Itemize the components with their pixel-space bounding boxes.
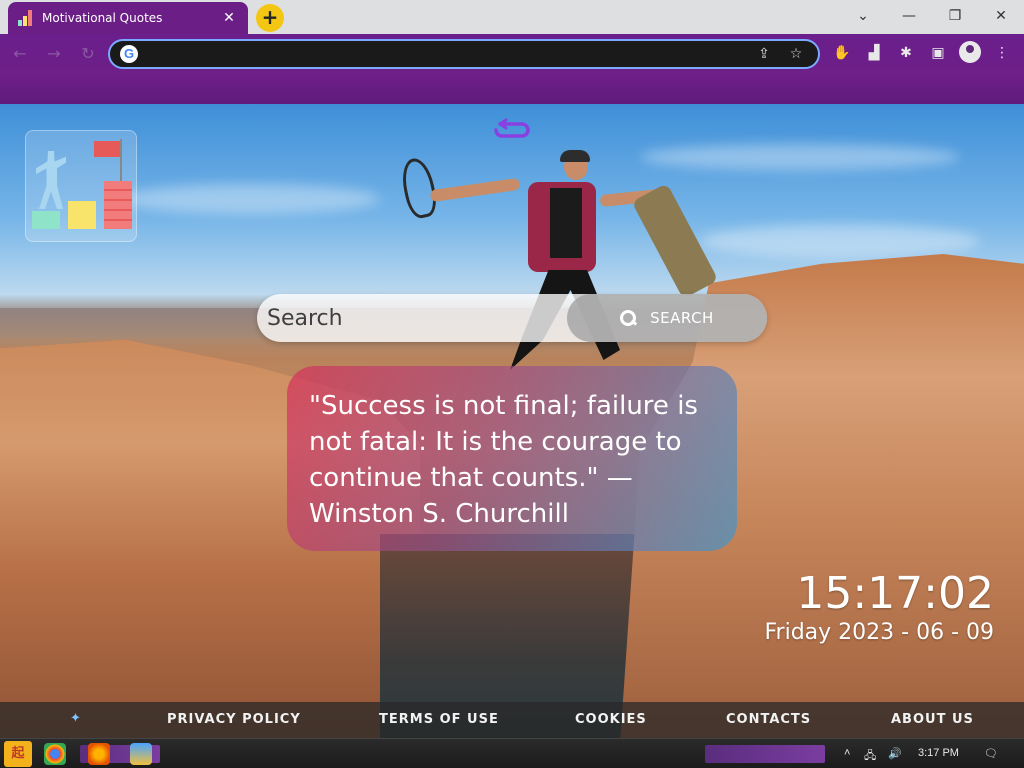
tab-search-dropdown-icon[interactable]: ⌄ — [840, 4, 886, 28]
footer-link-about-us[interactable]: ABOUT US — [891, 712, 974, 727]
os-taskbar: 起 ˄ 🖧 🔊 3:17 PM 🗨 — [0, 738, 1024, 768]
google-icon: G — [120, 45, 138, 63]
browser-toolbar: ← → ↻ G ⇪ ☆ ✋ ▟ ✱ ▣ ⋮ — [0, 34, 1024, 104]
bookmark-star-icon[interactable]: ☆ — [784, 46, 808, 62]
clock-time: 15:17:02 — [796, 568, 994, 619]
restore-button[interactable]: ❐ — [932, 4, 978, 28]
close-window-button[interactable]: ✕ — [978, 4, 1024, 28]
refresh-quote-icon[interactable] — [492, 118, 532, 142]
footer-link-privacy-policy[interactable]: PRIVACY POLICY — [167, 712, 301, 727]
quote-card: "Success is not final; failure is not fa… — [287, 366, 737, 551]
quote-text: "Success is not final; failure is not fa… — [309, 391, 698, 529]
forward-button[interactable]: → — [42, 42, 66, 66]
new-tab-button[interactable]: + — [256, 4, 284, 32]
reload-button[interactable]: ↻ — [76, 42, 100, 66]
side-panel-icon[interactable]: ▣ — [927, 42, 949, 64]
extension-stairs-icon[interactable]: ▟ — [863, 42, 885, 64]
firefox-taskbar-icon[interactable] — [88, 743, 110, 765]
clock-date: Friday 2023 - 06 - 09 — [764, 620, 995, 645]
magnifier-icon — [620, 310, 637, 326]
tab-close-icon[interactable]: ✕ — [220, 10, 238, 26]
cloud — [640, 144, 960, 170]
footer-link-terms-of-use[interactable]: TERMS OF USE — [379, 712, 499, 727]
notifications-icon[interactable]: 🗨 — [984, 747, 998, 760]
search-bar: SEARCH — [257, 294, 767, 342]
kebab-menu-icon[interactable]: ⋮ — [991, 42, 1013, 64]
tray-chevron-icon[interactable]: ˄ — [844, 747, 850, 759]
cloud — [120, 184, 380, 214]
start-button[interactable]: 起 — [4, 741, 32, 767]
taskbar-clock[interactable]: 3:17 PM — [918, 747, 959, 759]
new-tab-page: SEARCH "Success is not final; failure is… — [0, 104, 1024, 738]
cloud — [700, 224, 980, 258]
search-input[interactable] — [263, 300, 563, 336]
search-button-label: SEARCH — [650, 309, 714, 327]
tab-strip: Motivational Quotes ✕ + ⌄ — ❐ ✕ — [0, 0, 1024, 34]
tab-motivational-quotes[interactable]: Motivational Quotes ✕ — [8, 2, 248, 34]
extension-hand-icon[interactable]: ✋ — [831, 42, 853, 64]
address-bar[interactable]: G ⇪ ☆ — [108, 39, 820, 69]
chrome-taskbar-icon[interactable] — [44, 743, 66, 765]
back-button[interactable]: ← — [8, 42, 32, 66]
strap — [398, 155, 440, 221]
network-icon[interactable]: 🖧 — [864, 747, 876, 766]
footer-link-contacts[interactable]: CONTACTS — [726, 712, 811, 727]
tab-title: Motivational Quotes — [42, 11, 163, 25]
extensions-puzzle-icon[interactable]: ✱ — [895, 42, 917, 64]
search-button[interactable]: SEARCH — [567, 294, 767, 342]
bird-icon[interactable]: ✦ — [70, 712, 86, 726]
file-explorer-taskbar-icon[interactable] — [130, 743, 152, 765]
stairs-logo-icon[interactable] — [25, 130, 137, 242]
stairs-favicon-icon — [18, 10, 34, 26]
address-input[interactable] — [146, 43, 744, 65]
footer-link-cookies[interactable]: COOKIES — [575, 712, 647, 727]
profile-avatar-icon[interactable] — [959, 41, 981, 63]
share-icon[interactable]: ⇪ — [752, 46, 776, 62]
volume-icon[interactable]: 🔊 — [888, 747, 902, 760]
footer-bar: ✦ PRIVACY POLICY TERMS OF USE COOKIES CO… — [0, 702, 1024, 738]
taskbar-band — [705, 745, 825, 763]
minimize-button[interactable]: — — [886, 4, 932, 28]
